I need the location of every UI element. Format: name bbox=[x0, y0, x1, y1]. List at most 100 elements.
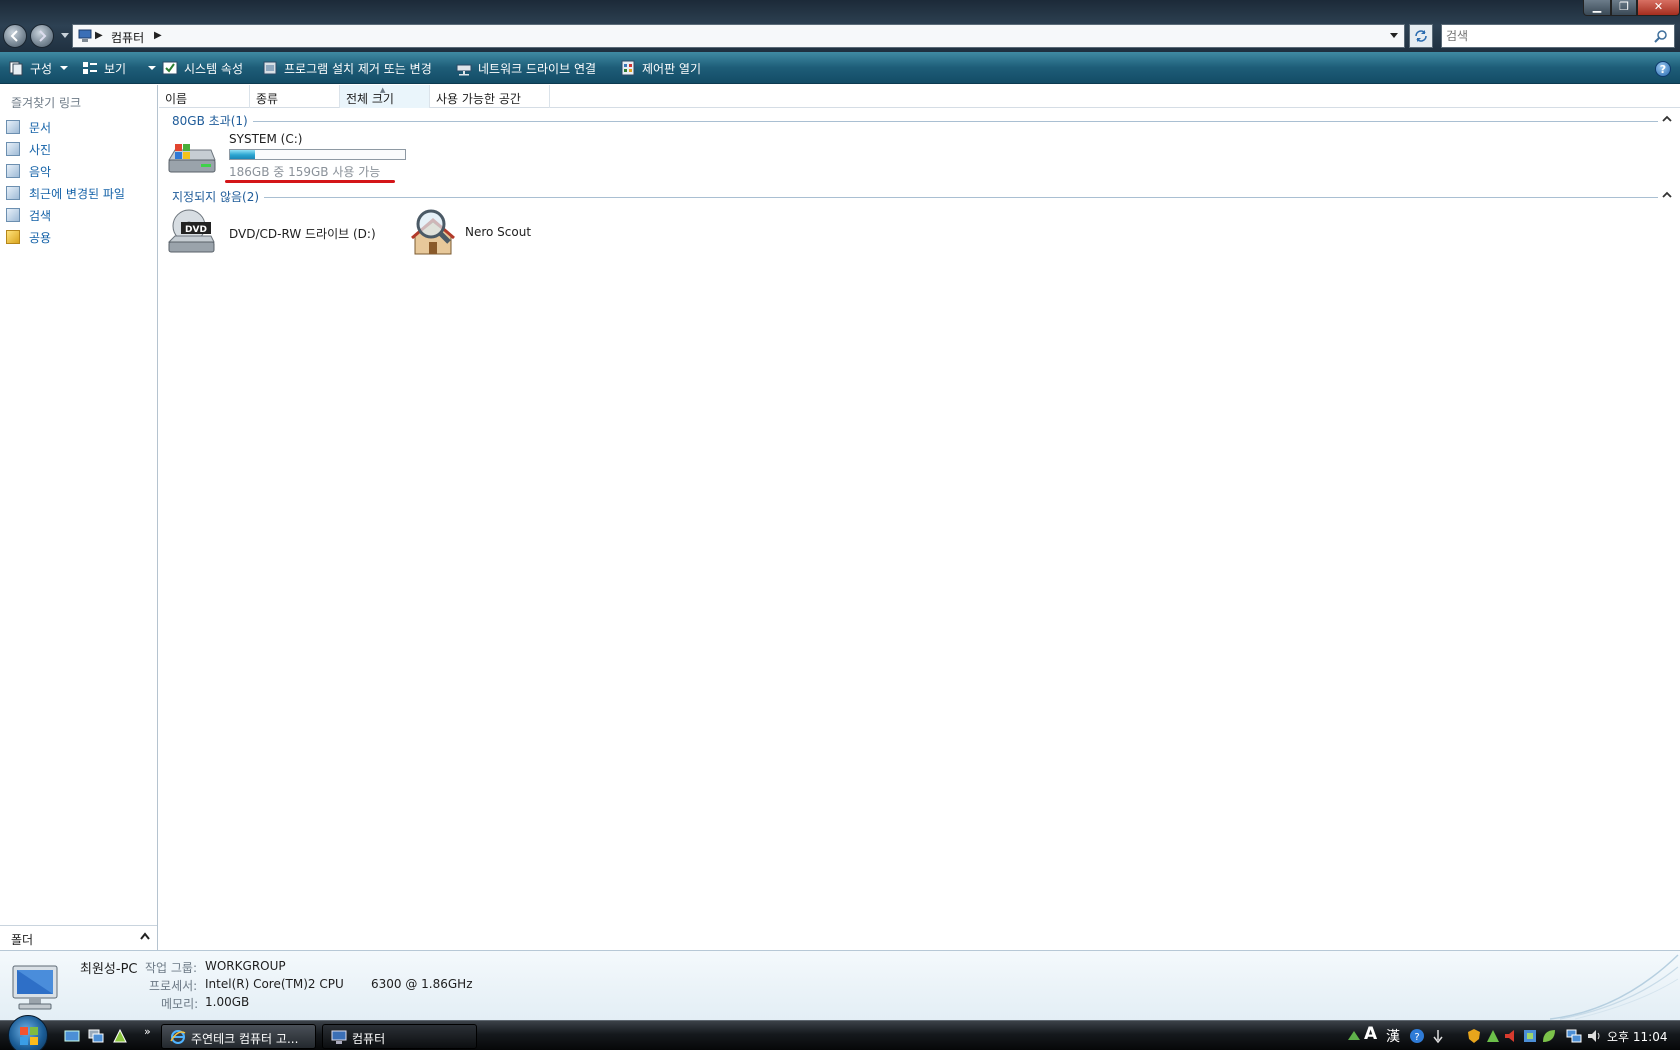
start-button[interactable] bbox=[8, 1015, 48, 1050]
sidebar-item-pictures[interactable]: 사진 bbox=[6, 139, 51, 159]
address-bar[interactable]: ▶ 컴퓨터 ▶ bbox=[72, 24, 1405, 48]
taskbar-item-label: 주연테크 컴퓨터 고... bbox=[191, 1032, 299, 1046]
uninstall-program-button[interactable]: 프로그램 설치 제거 또는 변경 bbox=[262, 58, 432, 78]
sidebar-item-music[interactable]: 음악 bbox=[6, 161, 51, 181]
folders-toggle[interactable]: 폴더 bbox=[0, 925, 157, 950]
pc-name: 최원성-PC bbox=[80, 962, 138, 977]
leaf-icon[interactable] bbox=[1541, 1028, 1557, 1044]
arrow-right-icon bbox=[39, 30, 47, 42]
system-properties-label: 시스템 속성 bbox=[184, 61, 244, 76]
computer-icon bbox=[331, 1030, 347, 1044]
recent-icon bbox=[6, 186, 20, 200]
chevron-down-icon bbox=[60, 66, 69, 70]
column-headers: 이름 종류 전체 크기 사용 가능한 공간 ▲ bbox=[159, 85, 1680, 108]
chevron-up-icon[interactable] bbox=[1662, 191, 1672, 198]
processor-value: Intel(R) Core(TM)2 CPU bbox=[205, 977, 344, 991]
restore-icon: ❐ bbox=[1619, 0, 1629, 13]
ime-hanja-indicator[interactable]: 漢 bbox=[1386, 1026, 1400, 1046]
breadcrumb-computer[interactable]: 컴퓨터 bbox=[111, 29, 144, 46]
open-control-panel-button[interactable]: 제어판 열기 bbox=[620, 58, 701, 78]
sidebar-item-label: 음악 bbox=[29, 164, 52, 179]
column-header-type[interactable]: 종류 bbox=[250, 85, 340, 108]
clock[interactable]: 오후 11:04 bbox=[1607, 1028, 1667, 1045]
minimize-button[interactable]: ▁ bbox=[1583, 0, 1611, 16]
drive-c-name: SYSTEM (C:) bbox=[229, 132, 303, 146]
address-dropdown-icon[interactable] bbox=[1390, 33, 1398, 38]
group-title: 80GB 초과(1) bbox=[172, 112, 253, 129]
forward-button[interactable] bbox=[30, 24, 54, 48]
file-list: 이름 종류 전체 크기 사용 가능한 공간 ▲ 80GB 초과(1) SYSTE… bbox=[159, 85, 1680, 950]
drive-d-name: DVD/CD-RW 드라이브 (D:) bbox=[229, 227, 376, 241]
speaker-red-icon[interactable] bbox=[1503, 1028, 1519, 1044]
sidebar-item-documents[interactable]: 문서 bbox=[6, 117, 51, 137]
arrow-left-icon bbox=[10, 30, 18, 42]
views-button[interactable]: 보기 bbox=[82, 58, 126, 78]
search-box[interactable] bbox=[1441, 24, 1675, 48]
system-properties-icon bbox=[162, 61, 178, 75]
views-icon bbox=[83, 62, 97, 74]
minimize-icon: ▁ bbox=[1592, 0, 1602, 13]
help-button[interactable]: ? bbox=[1655, 61, 1671, 77]
options-icon[interactable] bbox=[1430, 1028, 1446, 1044]
group-divider bbox=[172, 121, 1658, 122]
dvd-drive-icon: DVD bbox=[167, 209, 215, 253]
column-header-name[interactable]: 이름 bbox=[159, 85, 250, 108]
refresh-icon bbox=[1415, 30, 1427, 42]
computer-icon bbox=[78, 29, 92, 42]
group-header-large[interactable]: 80GB 초과(1) bbox=[159, 112, 1680, 130]
column-header-free-space[interactable]: 사용 가능한 공간 bbox=[430, 85, 550, 108]
workgroup-value: WORKGROUP bbox=[205, 959, 286, 973]
search-icon[interactable] bbox=[1654, 29, 1668, 43]
network-icon[interactable] bbox=[1566, 1028, 1582, 1044]
folders-label: 폴더 bbox=[11, 933, 34, 947]
map-network-drive-label: 네트워크 드라이브 연결 bbox=[478, 61, 597, 76]
security-shield-icon[interactable] bbox=[1466, 1028, 1482, 1044]
app-tray-icon[interactable] bbox=[1522, 1028, 1538, 1044]
taskbar-item-computer[interactable]: 컴퓨터 bbox=[322, 1024, 477, 1049]
taskbar-item-ie[interactable]: 주연테크 컴퓨터 고... bbox=[161, 1024, 316, 1049]
workgroup-label: 작업 그룹: bbox=[145, 961, 198, 975]
sidebar-item-searches[interactable]: 검색 bbox=[6, 205, 51, 225]
drive-c[interactable]: SYSTEM (C:) 186GB 중 159GB 사용 가능 bbox=[167, 132, 417, 188]
command-toolbar: 구성 보기 시스템 속성 프로그램 설치 제거 또는 변경 네트워크 드라이브 … bbox=[0, 52, 1680, 84]
documents-icon bbox=[6, 120, 20, 134]
processor-speed: 6300 @ 1.86GHz bbox=[371, 977, 473, 991]
sidebar-item-recent[interactable]: 최근에 변경된 파일 bbox=[6, 183, 125, 203]
organize-button[interactable]: 구성 bbox=[8, 58, 69, 78]
drive-d[interactable]: DVD DVD/CD-RW 드라이브 (D:) bbox=[167, 208, 387, 258]
hard-drive-icon bbox=[168, 144, 216, 173]
breadcrumb-separator-icon[interactable]: ▶ bbox=[95, 30, 103, 41]
group-header-unspecified[interactable]: 지정되지 않음(2) bbox=[159, 188, 1680, 206]
programs-icon bbox=[263, 61, 277, 75]
help-icon[interactable]: ? bbox=[1409, 1028, 1425, 1044]
language-bar-icon[interactable] bbox=[1346, 1028, 1362, 1044]
views-dropdown[interactable] bbox=[140, 58, 156, 78]
close-button[interactable]: ✕ bbox=[1637, 0, 1680, 16]
processor-label: 프로세서: bbox=[149, 979, 198, 993]
search-input[interactable] bbox=[1446, 27, 1646, 45]
show-desktop-icon[interactable] bbox=[64, 1028, 80, 1044]
chevron-down-icon bbox=[148, 66, 156, 70]
update-icon[interactable] bbox=[1485, 1028, 1501, 1044]
sidebar-item-public[interactable]: 공용 bbox=[6, 227, 51, 247]
refresh-button[interactable] bbox=[1409, 24, 1433, 48]
close-icon: ✕ bbox=[1653, 0, 1664, 13]
breadcrumb-separator-icon[interactable]: ▶ bbox=[154, 30, 162, 41]
recent-pages-dropdown-icon[interactable] bbox=[61, 31, 69, 39]
quick-launch-more-icon[interactable]: » bbox=[144, 1025, 151, 1038]
maximize-button[interactable]: ❐ bbox=[1611, 0, 1637, 16]
switch-windows-icon[interactable] bbox=[88, 1028, 104, 1044]
public-icon bbox=[6, 230, 20, 244]
ime-mode-indicator[interactable]: A bbox=[1364, 1024, 1377, 1044]
pictures-icon bbox=[6, 142, 20, 156]
map-network-drive-button[interactable]: 네트워크 드라이브 연결 bbox=[456, 58, 596, 78]
quick-launch-app-icon[interactable] bbox=[112, 1028, 128, 1044]
back-button[interactable] bbox=[3, 24, 27, 48]
help-icon: ? bbox=[1659, 63, 1667, 76]
system-properties-button[interactable]: 시스템 속성 bbox=[162, 58, 243, 78]
nero-scout-name: Nero Scout bbox=[465, 225, 532, 239]
nero-scout[interactable]: Nero Scout bbox=[409, 208, 559, 258]
svg-text:?: ? bbox=[1414, 1032, 1419, 1043]
volume-icon[interactable] bbox=[1586, 1028, 1602, 1044]
chevron-up-icon[interactable] bbox=[1662, 115, 1672, 122]
